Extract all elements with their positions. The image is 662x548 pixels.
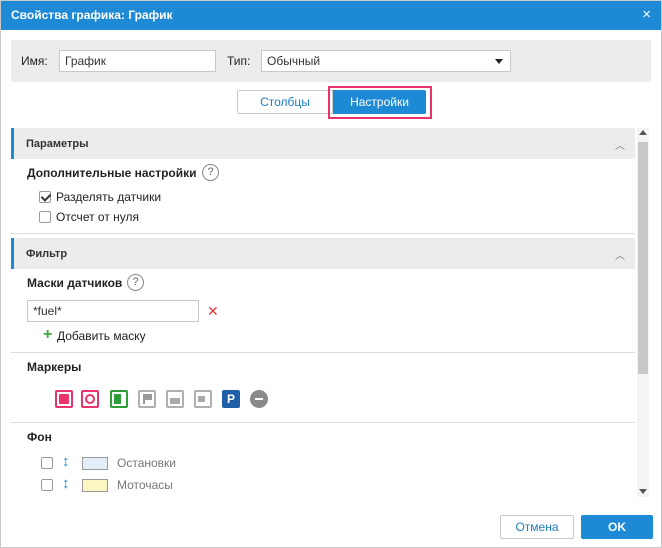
help-icon[interactable]: ? xyxy=(127,274,144,291)
type-select[interactable]: Обычный xyxy=(261,50,511,72)
image-marker-icon[interactable] xyxy=(166,390,184,408)
zero-origin-checkbox[interactable] xyxy=(39,211,51,223)
stops-color-swatch[interactable] xyxy=(82,457,108,470)
chevron-up-icon[interactable]: ︿ xyxy=(615,247,625,262)
vertical-arrows-icon: ↕ xyxy=(62,475,70,492)
tab-columns[interactable]: Столбцы xyxy=(237,90,333,114)
sensor-masks-title: Маски датчиков xyxy=(27,276,123,290)
active-tab-highlight xyxy=(328,86,432,119)
help-icon[interactable]: ? xyxy=(202,164,219,181)
split-sensors-label: Разделять датчики xyxy=(56,190,162,204)
vertical-arrows-icon: ↕ xyxy=(62,453,70,470)
scrollbar-thumb[interactable] xyxy=(638,142,648,374)
stops-label: Остановки xyxy=(117,456,176,470)
chevron-down-icon xyxy=(495,59,503,64)
fuel-station-marker-icon[interactable] xyxy=(110,390,128,408)
delete-mask-icon[interactable]: ✕ xyxy=(207,303,219,320)
fuel-filling-marker-icon[interactable] xyxy=(55,390,73,408)
motohours-checkbox[interactable] xyxy=(41,479,53,491)
stops-checkbox[interactable] xyxy=(41,457,53,469)
name-label: Имя: xyxy=(21,54,48,68)
scroll-down-icon[interactable] xyxy=(639,489,647,494)
minus-marker-icon[interactable] xyxy=(250,390,268,408)
scroll-up-icon[interactable] xyxy=(639,130,647,135)
divider xyxy=(11,422,635,423)
add-mask-link[interactable]: Добавить маску xyxy=(57,329,146,343)
name-input[interactable] xyxy=(59,50,216,72)
settings-scroll-area: Параметры ︿ Дополнительные настройки ? Р… xyxy=(11,128,635,498)
sensor-mask-input[interactable] xyxy=(27,300,199,322)
filter-section-header[interactable]: Фильтр ︿ xyxy=(11,238,635,269)
cancel-button[interactable]: Отмена xyxy=(500,515,574,539)
speed-marker-icon[interactable] xyxy=(81,390,99,408)
zero-origin-label: Отсчет от нуля xyxy=(56,210,140,224)
type-label: Тип: xyxy=(227,54,251,68)
markers-title: Маркеры xyxy=(27,360,82,374)
flag-marker-icon[interactable] xyxy=(138,390,156,408)
motohours-label: Моточасы xyxy=(117,478,173,492)
params-section-title: Параметры xyxy=(26,138,89,150)
parking-marker-icon[interactable]: P xyxy=(222,390,240,408)
divider xyxy=(11,352,635,353)
type-select-value: Обычный xyxy=(267,54,321,68)
motohours-color-swatch[interactable] xyxy=(82,479,108,492)
extra-settings-title: Дополнительные настройки xyxy=(27,166,197,180)
split-sensors-checkbox[interactable] xyxy=(39,191,51,203)
vertical-scrollbar[interactable] xyxy=(637,128,649,497)
dialog-titlebar: Свойства графика: График × xyxy=(1,1,661,30)
close-icon[interactable]: × xyxy=(642,6,651,23)
background-title: Фон xyxy=(27,430,52,444)
chevron-up-icon[interactable]: ︿ xyxy=(615,137,625,152)
dialog-title: Свойства графика: График xyxy=(11,8,173,22)
ok-button[interactable]: OK xyxy=(581,515,653,539)
chart-properties-dialog: Свойства графика: График × Имя: Тип: Обы… xyxy=(0,0,662,548)
filter-section-title: Фильтр xyxy=(26,248,68,260)
params-section-header[interactable]: Параметры ︿ xyxy=(11,128,635,159)
name-type-bar: Имя: Тип: Обычный xyxy=(11,40,651,82)
video-marker-icon[interactable] xyxy=(194,390,212,408)
divider xyxy=(11,233,635,234)
add-icon[interactable]: + xyxy=(43,327,52,343)
